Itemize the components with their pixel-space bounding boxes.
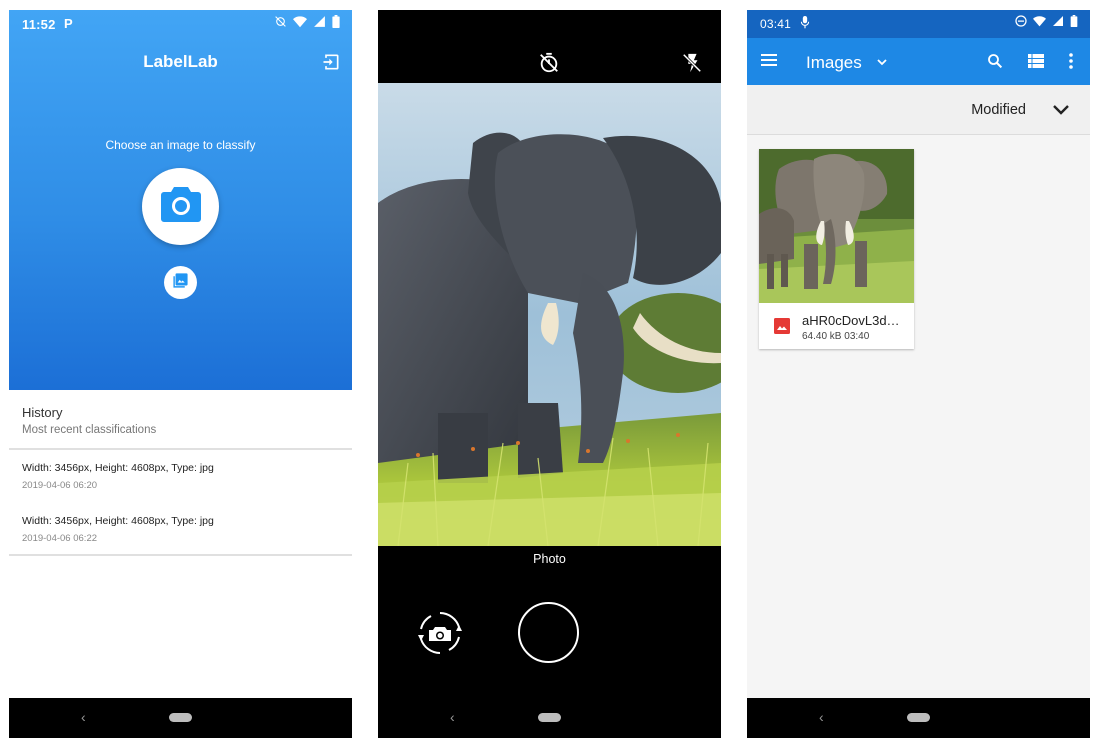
signal-icon xyxy=(1052,15,1064,30)
history-item-date: 2019-04-06 06:22 xyxy=(22,533,98,544)
switch-camera-icon[interactable] xyxy=(415,608,465,658)
signal-icon xyxy=(313,15,326,31)
back-icon[interactable]: ‹ xyxy=(819,709,824,725)
files-screen: 03:41 Images Modified aHR0cDovL3d… 64.40… xyxy=(747,10,1090,738)
file-card[interactable]: aHR0cDovL3d… 64.40 kB 03:40 xyxy=(759,149,914,349)
exit-icon[interactable] xyxy=(321,52,341,72)
battery-icon xyxy=(332,15,340,31)
home-pill[interactable] xyxy=(538,713,561,722)
camera-icon xyxy=(160,185,202,228)
file-size: 64.40 kB xyxy=(802,331,842,342)
choose-image-prompt: Choose an image to classify xyxy=(105,138,256,152)
gallery-button[interactable] xyxy=(164,266,197,299)
list-view-icon[interactable] xyxy=(1028,53,1044,69)
wifi-icon xyxy=(1033,15,1046,30)
chevron-down-icon[interactable] xyxy=(876,55,888,67)
viewfinder-image[interactable] xyxy=(378,83,721,546)
camera-screen: Photo ‹ xyxy=(378,10,721,738)
status-time: 03:41 xyxy=(760,17,792,31)
shutter-button[interactable] xyxy=(518,602,579,663)
timer-off-icon[interactable] xyxy=(538,52,560,74)
back-icon[interactable]: ‹ xyxy=(81,709,86,725)
camera-top-bar xyxy=(378,10,721,83)
gallery-icon xyxy=(172,272,189,294)
history-subtitle: Most recent classifications xyxy=(22,424,157,436)
search-icon[interactable] xyxy=(986,52,1004,70)
flash-off-icon[interactable] xyxy=(681,52,703,74)
camera-button[interactable] xyxy=(142,168,219,245)
history-item-desc: Width: 3456px, Height: 4608px, Type: jpg xyxy=(22,462,214,474)
status-bar: 03:41 xyxy=(747,10,1090,38)
file-time: 03:40 xyxy=(844,331,870,342)
history-item[interactable]: Width: 3456px, Height: 4608px, Type: jpg… xyxy=(9,450,352,503)
history-title: History xyxy=(22,405,63,420)
toolbar-title[interactable]: Images xyxy=(806,53,862,73)
mic-icon xyxy=(800,16,810,32)
nav-bar: ‹ xyxy=(9,698,352,738)
wifi-icon xyxy=(293,15,307,31)
back-icon[interactable]: ‹ xyxy=(450,709,455,725)
status-bar: 11:52 P xyxy=(9,10,352,38)
menu-icon[interactable] xyxy=(761,52,779,68)
history-item-date: 2019-04-06 06:20 xyxy=(22,480,98,491)
status-app-icon: P xyxy=(64,16,73,31)
history-header: History Most recent classifications xyxy=(9,390,352,450)
history-item[interactable]: Width: 3456px, Height: 4608px, Type: jpg… xyxy=(9,503,352,556)
home-pill[interactable] xyxy=(169,713,192,722)
file-info: 64.40 kB 03:40 xyxy=(802,331,869,342)
more-icon[interactable] xyxy=(1066,52,1076,70)
status-time: 11:52 xyxy=(22,17,56,32)
camera-mode-label[interactable]: Photo xyxy=(378,552,721,566)
dnd-icon xyxy=(1015,15,1027,30)
hero-panel: 11:52 P LabelLab Choose an image to clas… xyxy=(9,10,352,390)
battery-icon xyxy=(1070,15,1078,30)
nav-bar: ‹ xyxy=(378,698,721,738)
file-name: aHR0cDovL3d… xyxy=(802,313,900,328)
history-item-desc: Width: 3456px, Height: 4608px, Type: jpg xyxy=(22,515,214,527)
history-section: History Most recent classifications Widt… xyxy=(9,390,352,556)
sort-bar[interactable]: Modified xyxy=(747,85,1090,135)
file-meta: aHR0cDovL3d… 64.40 kB 03:40 xyxy=(759,303,914,349)
nav-bar: ‹ xyxy=(747,698,1090,738)
app-toolbar: Images xyxy=(747,38,1090,85)
home-pill[interactable] xyxy=(907,713,930,722)
alarm-off-icon xyxy=(274,15,287,31)
file-thumbnail[interactable] xyxy=(759,149,914,303)
sort-label[interactable]: Modified xyxy=(971,102,1026,118)
labellab-screen: 11:52 P LabelLab Choose an image to clas… xyxy=(9,10,352,738)
image-file-icon xyxy=(774,318,790,334)
app-title: LabelLab xyxy=(143,52,218,71)
chevron-down-icon[interactable] xyxy=(1052,103,1070,117)
